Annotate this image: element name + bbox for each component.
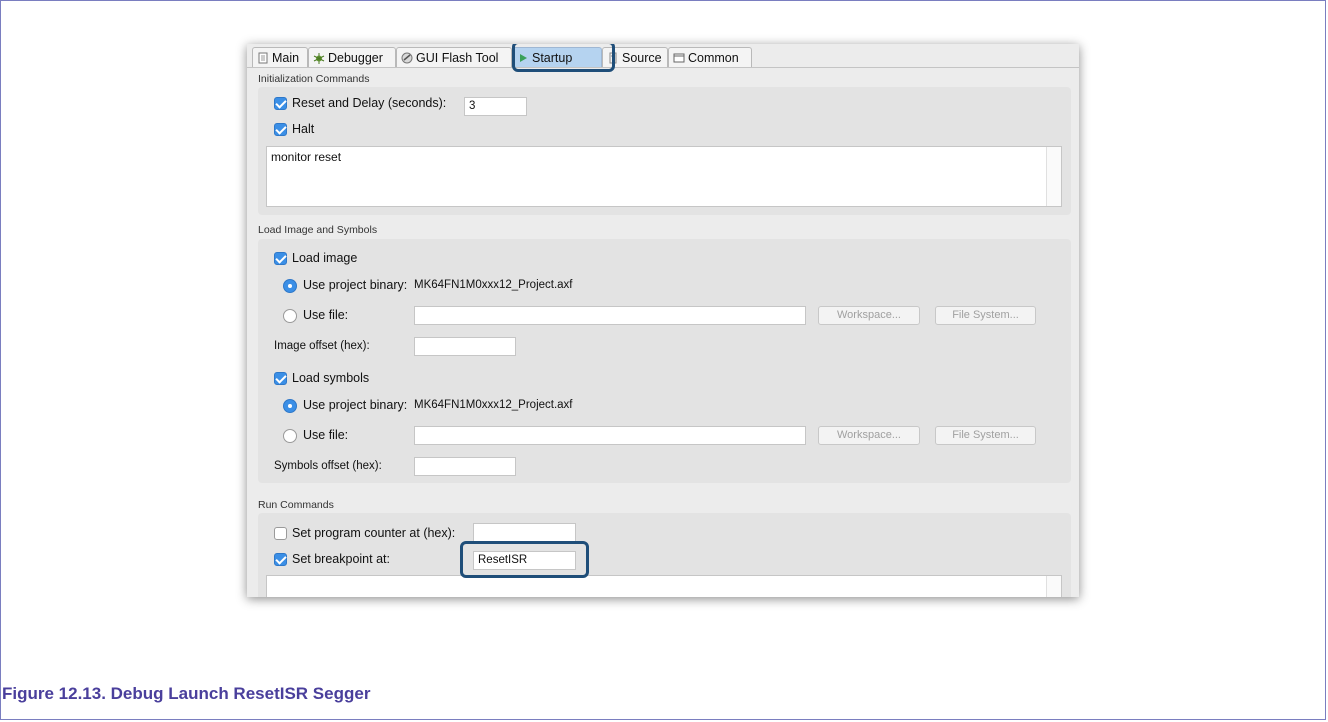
reset-delay-checkbox[interactable] <box>274 97 287 110</box>
startup-tab-highlight <box>512 44 615 72</box>
run-group: Set program counter at (hex): Set breakp… <box>258 513 1071 597</box>
image-file-system-button[interactable]: File System... <box>935 306 1036 325</box>
figure-caption: Figure 12.13. Debug Launch ResetISR Segg… <box>2 684 371 703</box>
reset-delay-label: Reset and Delay (seconds): <box>292 96 447 110</box>
load-image-checkbox[interactable] <box>274 252 287 265</box>
tab-bar: Main Debugger GUI Flash Tool Startup Sou… <box>252 47 1079 67</box>
symbols-use-project-label: Use project binary: <box>303 398 408 412</box>
init-commands-textarea[interactable]: monitor reset <box>266 146 1062 207</box>
symbols-offset-input[interactable] <box>414 457 516 476</box>
symbols-workspace-button[interactable]: Workspace... <box>818 426 920 445</box>
load-symbols-checkbox[interactable] <box>274 372 287 385</box>
tab-divider <box>247 67 1079 68</box>
set-pc-label: Set program counter at (hex): <box>292 526 456 540</box>
halt-label: Halt <box>292 122 315 136</box>
symbols-file-input[interactable] <box>414 426 806 445</box>
initialization-group: Reset and Delay (seconds): 3 Halt monito… <box>258 87 1071 215</box>
symbols-project-binary: MK64FN1M0xxx12_Project.axf <box>414 399 573 411</box>
set-breakpoint-checkbox[interactable] <box>274 553 287 566</box>
halt-checkbox[interactable] <box>274 123 287 136</box>
image-file-input[interactable] <box>414 306 806 325</box>
tab-main[interactable]: Main <box>252 47 308 67</box>
image-offset-label: Image offset (hex): <box>274 340 370 352</box>
flash-icon <box>401 52 413 64</box>
section-label-load: Load Image and Symbols <box>258 224 378 236</box>
tab-common[interactable]: Common <box>668 47 752 67</box>
tab-label: Debugger <box>328 51 383 65</box>
symbols-use-file-radio[interactable] <box>283 429 297 443</box>
image-use-file-label: Use file: <box>303 308 349 322</box>
load-group: Load image Use project binary: MK64FN1M0… <box>258 239 1071 483</box>
tab-label: Main <box>272 51 300 65</box>
image-use-file-radio[interactable] <box>283 309 297 323</box>
document-icon <box>258 52 268 64</box>
bug-icon <box>313 53 325 64</box>
run-commands-textarea[interactable] <box>266 575 1062 597</box>
section-label-run: Run Commands <box>258 499 334 511</box>
vertical-scrollbar[interactable] <box>1046 147 1061 206</box>
load-symbols-label: Load symbols <box>292 371 370 385</box>
tab-label: Common <box>688 51 739 65</box>
image-project-binary: MK64FN1M0xxx12_Project.axf <box>414 279 573 291</box>
reset-delay-input[interactable]: 3 <box>464 97 527 116</box>
image-use-project-radio[interactable] <box>283 279 297 293</box>
symbols-file-system-button[interactable]: File System... <box>935 426 1036 445</box>
load-image-label: Load image <box>292 251 358 265</box>
set-pc-input[interactable] <box>473 523 576 542</box>
tab-debugger[interactable]: Debugger <box>308 47 396 67</box>
init-commands-text: monitor reset <box>271 150 342 164</box>
common-icon <box>673 53 685 63</box>
section-label-initialization: Initialization Commands <box>258 73 370 85</box>
symbols-offset-label: Symbols offset (hex): <box>274 460 382 472</box>
set-breakpoint-label: Set breakpoint at: <box>292 552 390 566</box>
symbols-use-project-radio[interactable] <box>283 399 297 413</box>
tab-gui-flash-tool[interactable]: GUI Flash Tool <box>396 47 512 67</box>
symbols-use-file-label: Use file: <box>303 428 349 442</box>
breakpoint-highlight <box>460 541 589 578</box>
launch-config-dialog: Main Debugger GUI Flash Tool Startup Sou… <box>247 44 1079 597</box>
image-offset-input[interactable] <box>414 337 516 356</box>
set-pc-checkbox[interactable] <box>274 527 287 540</box>
vertical-scrollbar[interactable] <box>1046 576 1061 597</box>
tab-label: GUI Flash Tool <box>416 51 499 65</box>
image-use-project-label: Use project binary: <box>303 278 408 292</box>
tab-label: Source <box>622 51 662 65</box>
image-workspace-button[interactable]: Workspace... <box>818 306 920 325</box>
